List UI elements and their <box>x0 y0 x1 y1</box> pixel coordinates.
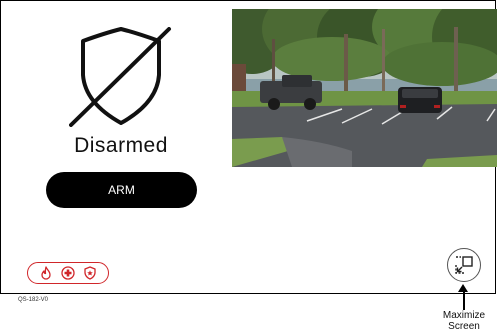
callout-label-line2: Screen <box>448 321 480 332</box>
emergency-buttons-group <box>27 262 109 284</box>
callout-label-line1: Maximize <box>442 310 486 321</box>
disarmed-shield-icon <box>69 27 171 127</box>
arm-status-text: Disarmed <box>74 134 168 157</box>
medical-button[interactable] <box>60 265 76 281</box>
medical-cross-icon <box>61 266 75 280</box>
callout-line <box>463 288 465 310</box>
police-button[interactable] <box>82 265 98 281</box>
fire-icon <box>41 266 51 280</box>
maximize-icon <box>455 256 473 274</box>
arm-button[interactable]: ARM <box>46 172 197 208</box>
camera-feed-image[interactable] <box>232 9 497 167</box>
keypad-screen: Disarmed ARM <box>0 0 497 294</box>
maximize-screen-button[interactable] <box>447 248 481 282</box>
figure-code: QS-182-V0 <box>18 297 49 303</box>
police-badge-icon <box>84 266 96 280</box>
callout-label: Maximize Screen <box>430 310 498 332</box>
fire-button[interactable] <box>38 265 54 281</box>
